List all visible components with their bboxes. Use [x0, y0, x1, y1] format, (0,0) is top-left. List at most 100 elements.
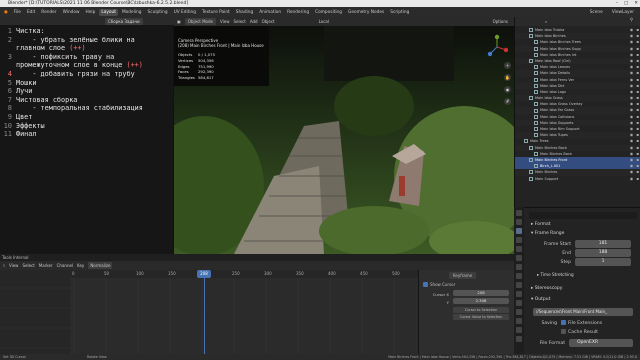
- close-icon[interactable]: ✕: [634, 0, 638, 7]
- text-content[interactable]: Чистка: - убрать зелёные блики на главном…: [16, 27, 174, 139]
- output-path-field[interactable]: //Sequences\Front Main\Front Main_: [533, 308, 633, 316]
- properties-panel[interactable]: ▸ Format ▾ Frame Range Frame Start 181 E…: [514, 207, 640, 354]
- viewport-options[interactable]: Options: [493, 19, 508, 24]
- text-line[interactable]: - темпоральная стабилизация: [16, 104, 174, 113]
- frame-step-field[interactable]: 1: [575, 258, 631, 266]
- collection-tab-icon[interactable]: [516, 264, 522, 270]
- outliner-search-icon[interactable]: ⌕: [545, 19, 547, 24]
- tab-texture-paint[interactable]: Texture Paint: [200, 9, 232, 16]
- output-section[interactable]: ▾ Output: [531, 297, 550, 302]
- menu-render[interactable]: Render: [39, 9, 58, 16]
- sidebar-tab-keyframe[interactable]: Keyframe: [449, 272, 477, 279]
- zoom-icon[interactable]: +: [504, 62, 511, 69]
- normalize-toggle[interactable]: Normalize: [88, 262, 113, 269]
- graph-select-menu[interactable]: Select: [22, 263, 34, 268]
- visibility-eye-icon[interactable]: ◉: [630, 176, 634, 182]
- view-layer-tab-icon[interactable]: [516, 237, 522, 243]
- tab-compositing[interactable]: Compositing: [313, 9, 344, 16]
- graph-key-menu[interactable]: Key: [77, 263, 84, 268]
- text-line[interactable]: Цвет: [16, 113, 174, 122]
- camera-view-icon[interactable]: ◉: [504, 86, 511, 93]
- show-cursor-checkbox[interactable]: [423, 282, 428, 287]
- tab-animation[interactable]: Animation: [257, 9, 283, 16]
- tab-uv-editing[interactable]: UV Editing: [172, 9, 198, 16]
- data-tab-icon[interactable]: [516, 318, 522, 324]
- time-stretching-section[interactable]: ▸ Time Stretching: [537, 272, 574, 277]
- outliner-panel[interactable]: ⌕ ⚲ Main Izba Trubka ◉ ▪ Main Izba Birches ◉…: [514, 17, 640, 207]
- graph-view-menu[interactable]: View: [9, 263, 19, 268]
- cursor-y-field[interactable]: 2.308: [453, 298, 509, 304]
- text-line[interactable]: Эффекты: [16, 122, 174, 131]
- properties-search-field[interactable]: [529, 212, 637, 219]
- cursor-x-field[interactable]: 208: [453, 290, 509, 296]
- cursor-to-selection-button[interactable]: Cursor to Selection: [453, 307, 509, 313]
- tab-modeling[interactable]: Modeling: [120, 9, 144, 16]
- text-line[interactable]: Чистка:: [16, 27, 174, 36]
- stereoscopy-section[interactable]: ▸ Stereoscopy: [531, 286, 562, 291]
- scene-tab-icon[interactable]: [516, 246, 522, 252]
- output-tab-icon[interactable]: [516, 228, 522, 234]
- ortho-grid-icon[interactable]: #: [504, 98, 511, 105]
- constraints-tab-icon[interactable]: [516, 309, 522, 315]
- add-menu[interactable]: Add: [250, 19, 258, 24]
- editor-type-icon[interactable]: ▣: [177, 19, 181, 24]
- menu-help[interactable]: Help: [84, 9, 98, 16]
- tab-sculpting[interactable]: Sculpting: [146, 9, 170, 16]
- graph-channel-menu[interactable]: Channel: [57, 263, 73, 268]
- text-line[interactable]: - убрать зелёные блики на: [16, 36, 174, 45]
- physics-tab-icon[interactable]: [516, 300, 522, 306]
- text-line[interactable]: Финал: [16, 130, 174, 139]
- filter-icon[interactable]: ⚲: [630, 18, 633, 23]
- tab-shading[interactable]: Shading: [234, 9, 255, 16]
- tool-tab-icon[interactable]: [516, 210, 522, 216]
- world-tab-icon[interactable]: [516, 255, 522, 261]
- text-line[interactable]: промежуточном слое в конце (++): [16, 61, 174, 70]
- object-menu[interactable]: Object: [262, 19, 275, 24]
- frame-range-section[interactable]: ▾ Frame Range: [531, 231, 564, 236]
- graph-editor-icon[interactable]: ⌇: [3, 263, 5, 268]
- view-layer-selector[interactable]: ViewLayer: [610, 9, 636, 16]
- pan-hand-icon[interactable]: ✋: [504, 74, 511, 81]
- tab-layout[interactable]: Layout: [99, 8, 118, 16]
- text-line[interactable]: Чистовая сборка: [16, 96, 174, 105]
- outliner-item[interactable]: Main Support ◉ ▪: [515, 176, 640, 182]
- modifier-tab-icon[interactable]: [516, 282, 522, 288]
- blender-logo-icon[interactable]: ●: [2, 9, 10, 16]
- cache-result-checkbox[interactable]: [561, 329, 566, 334]
- maximize-icon[interactable]: □: [624, 0, 628, 7]
- text-line[interactable]: - добавить грязи на трубу: [16, 70, 174, 79]
- texture-tab-icon[interactable]: [516, 336, 522, 342]
- file-format-select[interactable]: OpenEXR: [569, 339, 633, 347]
- frame-start-field[interactable]: 181: [575, 240, 631, 248]
- menu-edit[interactable]: Edit: [25, 9, 37, 16]
- minimize-icon[interactable]: –: [616, 0, 618, 7]
- text-datablock-name[interactable]: Сборка Задачи: [105, 18, 143, 25]
- material-tab-icon[interactable]: [516, 327, 522, 333]
- graph-marker-menu[interactable]: Marker: [39, 263, 53, 268]
- scene-selector[interactable]: Scene: [588, 9, 605, 16]
- text-line[interactable]: Мошки: [16, 79, 174, 88]
- cursor-value-to-selection-button[interactable]: Cursor Value to Selection: [453, 314, 509, 320]
- mode-selector[interactable]: Object Mode: [184, 18, 216, 25]
- file-extensions-checkbox[interactable]: [561, 320, 566, 325]
- tab-scripting[interactable]: Scripting: [388, 9, 411, 16]
- render-tab-icon[interactable]: [516, 219, 522, 225]
- graph-editor-area[interactable]: [0, 278, 491, 354]
- view-menu[interactable]: View: [220, 19, 230, 24]
- frame-end-field[interactable]: 188: [575, 249, 631, 257]
- text-line[interactable]: главном слое (++): [16, 44, 174, 53]
- tab-rendering[interactable]: Rendering: [285, 9, 311, 16]
- menu-window[interactable]: Window: [61, 9, 82, 16]
- text-line[interactable]: Лучи: [16, 87, 174, 96]
- text-line[interactable]: - пофиксить траву на: [16, 53, 174, 62]
- format-section[interactable]: ▸ Format: [531, 222, 551, 227]
- particles-tab-icon[interactable]: [516, 291, 522, 297]
- menu-file[interactable]: File: [12, 9, 23, 16]
- tab-geometry-nodes[interactable]: Geometry Nodes: [346, 9, 386, 16]
- navigation-gizmo-icon[interactable]: [484, 34, 510, 60]
- object-tab-icon[interactable]: [516, 273, 522, 279]
- render-camera-icon[interactable]: ▪: [636, 176, 639, 182]
- 3d-viewport[interactable]: [174, 26, 514, 254]
- current-frame-indicator[interactable]: 208: [197, 270, 211, 278]
- playhead-line[interactable]: [204, 278, 205, 354]
